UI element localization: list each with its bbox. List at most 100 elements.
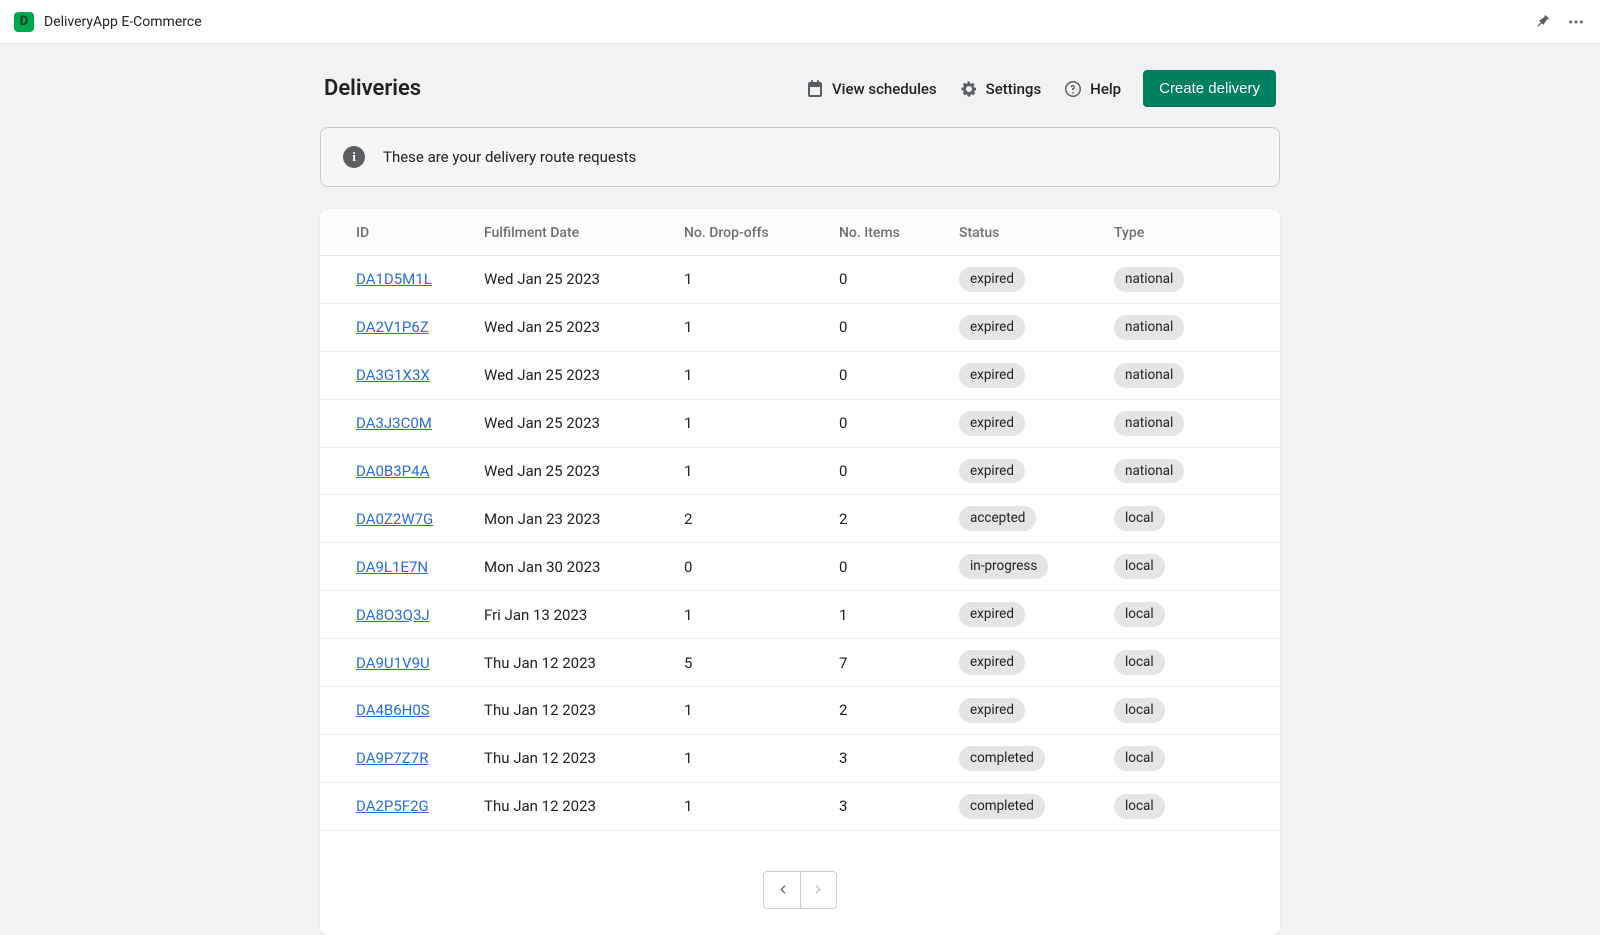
cell-date: Thu Jan 12 2023 <box>470 687 670 735</box>
cell-date: Mon Jan 30 2023 <box>470 543 670 591</box>
status-badge: completed <box>959 746 1045 771</box>
page-content: Deliveries View schedules Settings Help … <box>320 44 1280 935</box>
delivery-id-link[interactable]: DA9U1V9U <box>356 654 430 672</box>
delivery-id-link[interactable]: DA0Z2W7G <box>356 510 433 528</box>
create-delivery-button[interactable]: Create delivery <box>1143 70 1276 107</box>
delivery-id-link[interactable]: DA4B6H0S <box>356 701 430 719</box>
status-badge: expired <box>959 411 1025 436</box>
status-badge: expired <box>959 602 1025 627</box>
chevron-right-icon <box>810 881 827 898</box>
cell-dropoffs: 1 <box>670 303 825 351</box>
info-icon: i <box>343 146 365 168</box>
table-row: DA9U1V9UThu Jan 12 202357expiredlocal <box>320 639 1280 687</box>
cell-dropoffs: 2 <box>670 495 825 543</box>
pagination <box>320 871 1280 909</box>
page-header: Deliveries View schedules Settings Help … <box>320 70 1280 107</box>
table-row: DA2P5F2GThu Jan 12 202313completedlocal <box>320 782 1280 830</box>
cell-dropoffs: 1 <box>670 591 825 639</box>
cell-date: Fri Jan 13 2023 <box>470 591 670 639</box>
status-badge: expired <box>959 267 1025 292</box>
table-row: DA4B6H0SThu Jan 12 202312expiredlocal <box>320 687 1280 735</box>
status-badge: expired <box>959 363 1025 388</box>
type-badge: local <box>1114 698 1165 723</box>
status-badge: in-progress <box>959 554 1048 579</box>
cell-items: 7 <box>825 639 945 687</box>
status-badge: completed <box>959 794 1045 819</box>
cell-dropoffs: 1 <box>670 734 825 782</box>
status-badge: expired <box>959 315 1025 340</box>
delivery-id-link[interactable]: DA9P7Z7R <box>356 749 428 767</box>
col-header-items: No. Items <box>825 209 945 256</box>
delivery-id-link[interactable]: DA0B3P4A <box>356 462 429 480</box>
type-badge: national <box>1114 411 1184 436</box>
type-badge: national <box>1114 315 1184 340</box>
top-bar-right <box>1532 12 1586 32</box>
prev-page-button[interactable] <box>764 872 800 908</box>
delivery-id-link[interactable]: DA9L1E7N <box>356 558 428 576</box>
app-title: DeliveryApp E-Commerce <box>44 14 202 30</box>
type-badge: local <box>1114 602 1165 627</box>
app-icon: D <box>14 12 34 32</box>
status-badge: expired <box>959 650 1025 675</box>
table-row: DA9L1E7NMon Jan 30 202300in-progressloca… <box>320 543 1280 591</box>
delivery-id-link[interactable]: DA2P5F2G <box>356 797 429 815</box>
type-badge: local <box>1114 506 1165 531</box>
pin-icon[interactable] <box>1532 12 1552 32</box>
cell-items: 0 <box>825 399 945 447</box>
col-header-id: ID <box>320 209 470 256</box>
cell-items: 0 <box>825 543 945 591</box>
cell-items: 1 <box>825 591 945 639</box>
help-icon <box>1063 79 1083 99</box>
col-header-type: Type <box>1100 209 1280 256</box>
view-schedules-button[interactable]: View schedules <box>805 79 937 99</box>
type-badge: national <box>1114 459 1184 484</box>
delivery-id-link[interactable]: DA1D5M1L <box>356 270 432 288</box>
col-header-dropoffs: No. Drop-offs <box>670 209 825 256</box>
calendar-icon <box>805 79 825 99</box>
delivery-id-link[interactable]: DA2V1P6Z <box>356 318 429 336</box>
cell-date: Thu Jan 12 2023 <box>470 639 670 687</box>
status-badge: accepted <box>959 506 1036 531</box>
cell-dropoffs: 1 <box>670 782 825 830</box>
header-actions: View schedules Settings Help Create deli… <box>805 70 1276 107</box>
next-page-button[interactable] <box>800 872 836 908</box>
cell-dropoffs: 1 <box>670 687 825 735</box>
table-row: DA3J3C0MWed Jan 25 202310expirednational <box>320 399 1280 447</box>
pagination-group <box>763 871 837 909</box>
status-badge: expired <box>959 459 1025 484</box>
table-row: DA9P7Z7R Thu Jan 12 202313 completed local <box>320 734 1280 782</box>
type-badge: local <box>1114 794 1165 819</box>
type-badge: national <box>1114 363 1184 388</box>
cell-items: 3 <box>825 734 945 782</box>
cell-dropoffs: 0 <box>670 543 825 591</box>
delivery-id-link[interactable]: DA3G1X3X <box>356 366 430 384</box>
type-badge: local <box>1114 746 1165 771</box>
page-title: Deliveries <box>324 76 421 101</box>
top-bar-left: D DeliveryApp E-Commerce <box>14 12 202 32</box>
more-icon[interactable] <box>1566 12 1586 32</box>
cell-date: Wed Jan 25 2023 <box>470 256 670 304</box>
info-banner-text: These are your delivery route requests <box>383 148 636 166</box>
table-row: DA0B3P4AWed Jan 25 202310expirednational <box>320 447 1280 495</box>
help-button[interactable]: Help <box>1063 79 1121 99</box>
col-header-status: Status <box>945 209 1100 256</box>
delivery-id-link[interactable]: DA3J3C0M <box>356 414 432 432</box>
top-bar: D DeliveryApp E-Commerce <box>0 0 1600 44</box>
table-row: DA2V1P6ZWed Jan 25 202310expirednational <box>320 303 1280 351</box>
delivery-id-link[interactable]: DA8O3Q3J <box>356 606 430 624</box>
cell-date: Thu Jan 12 2023 <box>470 734 670 782</box>
cell-items: 2 <box>825 495 945 543</box>
cell-items: 0 <box>825 256 945 304</box>
settings-button[interactable]: Settings <box>959 79 1042 99</box>
cell-items: 0 <box>825 351 945 399</box>
cell-date: Mon Jan 23 2023 <box>470 495 670 543</box>
gear-icon <box>959 79 979 99</box>
help-label: Help <box>1090 80 1121 98</box>
type-badge: local <box>1114 554 1165 579</box>
cell-dropoffs: 1 <box>670 256 825 304</box>
deliveries-table: ID Fulfilment Date No. Drop-offs No. Ite… <box>320 209 1280 831</box>
col-header-date: Fulfilment Date <box>470 209 670 256</box>
type-badge: local <box>1114 650 1165 675</box>
cell-items: 0 <box>825 303 945 351</box>
cell-items: 3 <box>825 782 945 830</box>
